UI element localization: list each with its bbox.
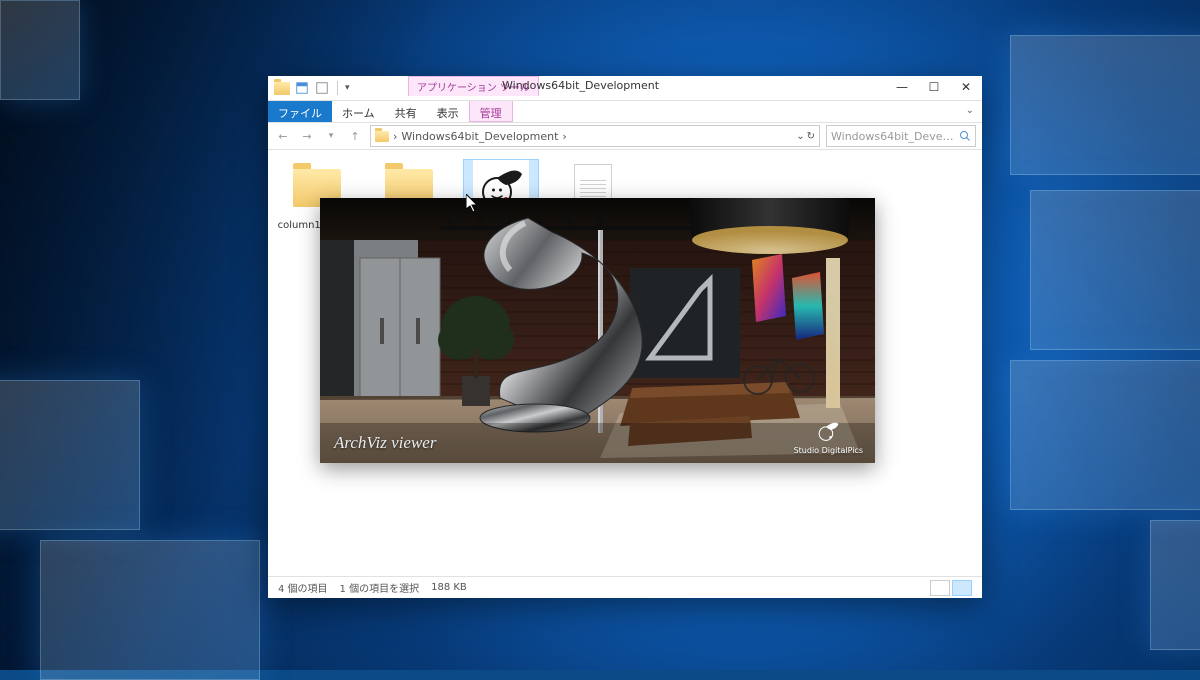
status-size: 188 KB [431, 582, 467, 593]
address-folder-icon [375, 131, 389, 142]
address-refresh-icon[interactable]: ↻ [807, 131, 815, 142]
status-bar: 4 個の項目 1 個の項目を選択 188 KB [268, 576, 982, 598]
splash-logo: Studio DigitalPics [794, 418, 863, 455]
splash-title: ArchViz viewer [334, 433, 436, 453]
recent-dropdown-icon[interactable]: ▾ [322, 127, 340, 145]
breadcrumb[interactable]: Windows64bit_Development [401, 130, 558, 143]
qat-properties-icon[interactable] [294, 80, 310, 96]
ribbon-tabs: ファイル ホーム 共有 表示 管理 ⌄ [268, 100, 982, 122]
qat-folder-icon[interactable] [274, 80, 290, 96]
search-icon [959, 130, 971, 142]
search-placeholder: Windows64bit_Development... [831, 130, 955, 143]
cursor-icon [466, 194, 482, 214]
breadcrumb-sep: › [562, 130, 566, 143]
tab-view[interactable]: 表示 [427, 101, 469, 122]
nav-row: ← → ▾ ↑ › Windows64bit_Development › ⌄ ↻… [268, 122, 982, 150]
back-button[interactable]: ← [274, 127, 292, 145]
tab-share[interactable]: 共有 [385, 101, 427, 122]
maximize-button[interactable]: ☐ [918, 76, 950, 98]
address-bar[interactable]: › Windows64bit_Development › ⌄ ↻ [370, 125, 820, 147]
tab-manage[interactable]: 管理 [469, 101, 513, 122]
status-selection: 1 個の項目を選択 [340, 580, 420, 595]
splash-window[interactable]: ArchViz viewer Studio DigitalPics [320, 198, 875, 463]
close-button[interactable]: ✕ [950, 76, 982, 98]
splash-logo-text: Studio DigitalPics [794, 446, 863, 455]
search-box[interactable]: Windows64bit_Development... [826, 125, 976, 147]
forward-button[interactable]: → [298, 127, 316, 145]
breadcrumb-sep: › [393, 130, 397, 143]
splash-rendering [320, 198, 875, 463]
window-title: Windows64bit_Development [502, 79, 659, 92]
minimize-button[interactable]: — [886, 76, 918, 98]
qat-new-icon[interactable] [314, 80, 330, 96]
tab-home[interactable]: ホーム [332, 101, 385, 122]
up-button[interactable]: ↑ [346, 127, 364, 145]
quick-access-toolbar: ▾ [274, 79, 350, 97]
tab-file[interactable]: ファイル [268, 101, 332, 122]
address-dropdown-icon[interactable]: ⌄ [796, 131, 804, 142]
view-details-button[interactable] [930, 580, 950, 596]
qat-dropdown-icon[interactable]: ▾ [345, 83, 350, 93]
view-icons-button[interactable] [952, 580, 972, 596]
ribbon-collapse-icon[interactable]: ⌄ [958, 101, 982, 122]
status-item-count: 4 個の項目 [278, 580, 328, 595]
titlebar[interactable]: ▾ アプリケーション ツール Windows64bit_Development … [268, 76, 982, 100]
